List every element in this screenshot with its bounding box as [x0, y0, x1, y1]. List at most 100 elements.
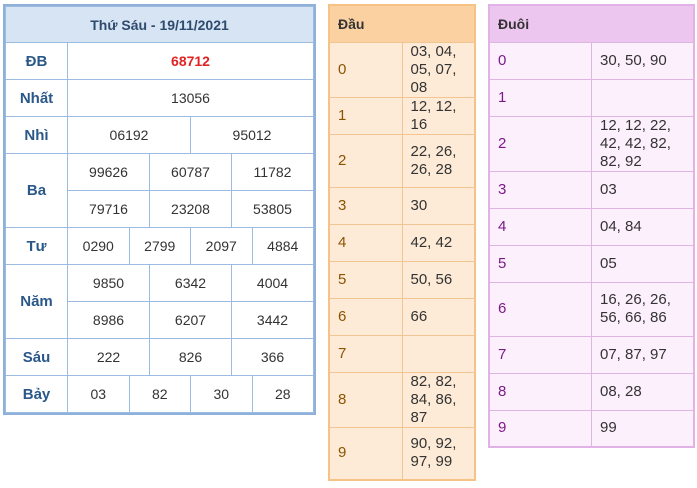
prize-value: 2097 [190, 227, 253, 265]
prize-label-nhat: Nhất [5, 79, 68, 117]
prize-value: 23208 [149, 190, 232, 228]
prize-label-nam: Năm [5, 264, 68, 339]
tail-values [591, 78, 695, 117]
prize-value: 03 [67, 375, 130, 413]
head-digit: 4 [328, 223, 403, 262]
prize-label-db: ĐB [5, 42, 68, 80]
results-title: Thứ Sáu - 19/11/2021 [5, 6, 314, 43]
tail-row: 1 [488, 78, 695, 117]
head-digit-table: Đầu 0 03, 04, 05, 07, 08 1 12, 12, 16 2 … [328, 4, 476, 481]
prize-row-nhat: Nhất 13056 [5, 79, 314, 117]
head-values: 66 [401, 297, 476, 336]
prize-row-bay: Bảy 03 82 30 28 [5, 375, 314, 413]
head-row: 3 30 [328, 186, 476, 225]
head-values: 03, 04, 05, 07, 08 [401, 41, 476, 98]
tail-row: 6 16, 26, 26, 56, 66, 86 [488, 281, 695, 337]
tail-row: 0 30, 50, 90 [488, 41, 695, 80]
tail-digit: 3 [488, 170, 592, 209]
head-values: 42, 42 [401, 223, 476, 262]
prize-row-db: ĐB 68712 [5, 42, 314, 80]
tail-row: 5 05 [488, 244, 695, 283]
tail-values: 03 [591, 170, 695, 209]
tail-digit-table: Đuôi 0 30, 50, 90 1 2 12, 12, 22, 42, 42… [488, 4, 695, 448]
prize-value: 6207 [149, 301, 232, 339]
tail-digit: 1 [488, 78, 592, 117]
head-digit: 2 [328, 133, 403, 188]
prize-value: 366 [231, 338, 314, 376]
prize-value: 9850 [67, 264, 150, 302]
head-row: 6 66 [328, 297, 476, 336]
prize-value: 06192 [67, 116, 191, 154]
tail-digit: 7 [488, 335, 592, 374]
prize-row-tu: Tư 0290 2799 2097 4884 [5, 227, 314, 265]
tail-digit: 4 [488, 207, 592, 246]
tail-row: 9 99 [488, 409, 695, 448]
prize-value: 60787 [149, 153, 232, 191]
tail-row: 4 04, 84 [488, 207, 695, 246]
prize-value: 3442 [231, 301, 314, 339]
prize-label-bay: Bảy [5, 375, 68, 413]
tail-values: 07, 87, 97 [591, 335, 695, 374]
tail-values: 12, 12, 22, 42, 42, 82, 82, 92 [591, 115, 695, 172]
head-digit-header: Đầu [328, 4, 476, 43]
prize-value: 28 [251, 375, 314, 413]
head-row: 5 50, 56 [328, 260, 476, 299]
head-values: 82, 82, 84, 86, 87 [401, 371, 476, 428]
tail-digit: 9 [488, 409, 592, 448]
prize-value: 2799 [128, 227, 191, 265]
head-row: 4 42, 42 [328, 223, 476, 262]
head-digit: 7 [328, 334, 403, 373]
tail-values: 08, 28 [591, 372, 695, 411]
prize-value: 6342 [149, 264, 232, 302]
tail-values: 04, 84 [591, 207, 695, 246]
tail-digit: 6 [488, 281, 592, 337]
head-digit: 9 [328, 426, 403, 481]
tail-row: 7 07, 87, 97 [488, 335, 695, 374]
head-row: 2 22, 26, 26, 28 [328, 133, 476, 188]
prize-value-db: 68712 [67, 42, 314, 80]
head-row: 8 82, 82, 84, 86, 87 [328, 371, 476, 428]
head-digit: 0 [328, 41, 403, 98]
prize-row-sau: Sáu 222 826 366 [5, 338, 314, 376]
prize-value: 95012 [190, 116, 314, 154]
head-values: 22, 26, 26, 28 [401, 133, 476, 188]
prize-value: 4004 [231, 264, 314, 302]
tail-digit: 8 [488, 372, 592, 411]
tail-digit: 5 [488, 244, 592, 283]
tail-values: 99 [591, 409, 695, 448]
tail-digit: 0 [488, 41, 592, 80]
prize-value: 826 [149, 338, 232, 376]
prize-value: 222 [67, 338, 150, 376]
prize-value: 82 [128, 375, 191, 413]
prize-value: 99626 [67, 153, 150, 191]
head-digit: 1 [328, 96, 403, 135]
prize-value: 79716 [67, 190, 150, 228]
tail-row: 8 08, 28 [488, 372, 695, 411]
prize-row-nhi: Nhì 06192 95012 [5, 116, 314, 154]
head-row: 1 12, 12, 16 [328, 96, 476, 135]
head-digit: 5 [328, 260, 403, 299]
prize-row-nam: Năm 9850 6342 4004 [5, 264, 314, 339]
tail-values: 05 [591, 244, 695, 283]
prize-label-tu: Tư [5, 227, 68, 265]
head-digit: 8 [328, 371, 403, 428]
prize-value: 11782 [231, 153, 314, 191]
head-row: 7 [328, 334, 476, 373]
head-row: 0 03, 04, 05, 07, 08 [328, 41, 476, 98]
tail-row: 2 12, 12, 22, 42, 42, 82, 82, 92 [488, 115, 695, 172]
head-digit: 3 [328, 186, 403, 225]
prize-label-sau: Sáu [5, 338, 68, 376]
prize-row-ba: Ba 99626 60787 11782 [5, 153, 314, 228]
tail-row: 3 03 [488, 170, 695, 209]
head-digit: 6 [328, 297, 403, 336]
tail-digit-header: Đuôi [488, 4, 695, 43]
prize-label-nhi: Nhì [5, 116, 68, 154]
tail-digit: 2 [488, 115, 592, 172]
prize-value: 4884 [251, 227, 314, 265]
tail-values: 30, 50, 90 [591, 41, 695, 80]
head-row: 9 90, 92, 97, 99 [328, 426, 476, 481]
prize-value: 8986 [67, 301, 150, 339]
prize-value: 30 [190, 375, 253, 413]
prize-value: 0290 [67, 227, 130, 265]
prize-value: 13056 [67, 79, 314, 117]
